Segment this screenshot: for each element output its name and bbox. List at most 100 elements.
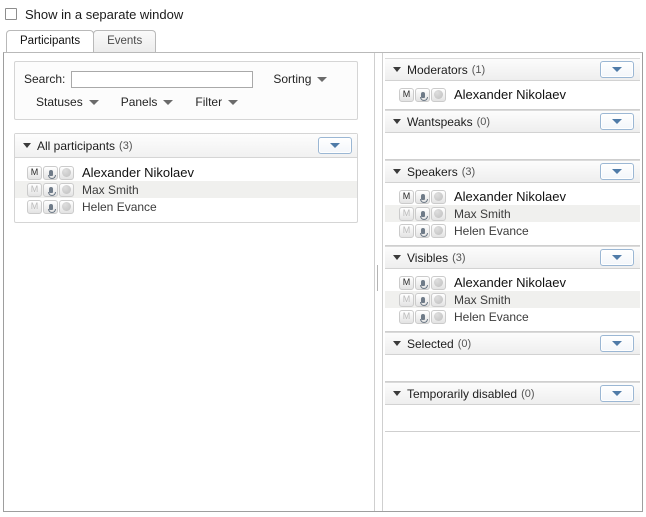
triangle-down-icon[interactable] bbox=[393, 169, 401, 174]
show-separate-window-checkbox[interactable] bbox=[5, 8, 17, 20]
triangle-down-icon[interactable] bbox=[393, 67, 401, 72]
moderator-icon[interactable]: M bbox=[27, 199, 42, 214]
filter-menu[interactable]: Filter bbox=[195, 95, 239, 109]
tab-strip: Participants Events bbox=[0, 28, 646, 52]
triangle-down-icon[interactable] bbox=[393, 255, 401, 260]
microphone-icon[interactable] bbox=[415, 309, 430, 324]
participant-name: Helen Evance bbox=[82, 199, 157, 214]
section-title: Speakers bbox=[407, 164, 458, 179]
section-dropdown-button[interactable] bbox=[600, 61, 634, 78]
microphone-icon[interactable] bbox=[415, 206, 430, 221]
chevron-down-icon bbox=[612, 255, 622, 260]
camera-icon[interactable] bbox=[59, 165, 74, 180]
triangle-down-icon[interactable] bbox=[393, 341, 401, 346]
statuses-menu[interactable]: Statuses bbox=[36, 95, 99, 109]
section-dropdown-button[interactable] bbox=[600, 163, 634, 180]
participant-status-icons: M bbox=[399, 206, 447, 221]
moderator-icon[interactable]: M bbox=[399, 87, 414, 102]
all-participants-dropdown-button[interactable] bbox=[318, 137, 352, 154]
microphone-icon[interactable] bbox=[415, 292, 430, 307]
participants-toolbar: Search: Sorting Statuses Panels Filter bbox=[14, 61, 358, 120]
sorting-menu[interactable]: Sorting bbox=[273, 72, 328, 86]
microphone-icon[interactable] bbox=[415, 223, 430, 238]
moderator-icon[interactable]: M bbox=[27, 182, 42, 197]
tab-participants[interactable]: Participants bbox=[6, 30, 95, 52]
section-dropdown-button[interactable] bbox=[600, 113, 634, 130]
panels-menu[interactable]: Panels bbox=[121, 95, 174, 109]
camera-icon[interactable] bbox=[431, 275, 446, 290]
section-header[interactable]: Wantspeaks (0) bbox=[385, 110, 640, 133]
camera-icon[interactable] bbox=[59, 199, 74, 214]
camera-icon[interactable] bbox=[59, 182, 74, 197]
section-speakers: Speakers (3) M Alexander Nikolaev M Max Smith… bbox=[385, 160, 640, 246]
participant-name: Max Smith bbox=[82, 182, 139, 197]
participant-row[interactable]: M Helen Evance bbox=[385, 308, 640, 325]
participant-row[interactable]: M Alexander Nikolaev bbox=[385, 274, 640, 291]
microphone-icon[interactable] bbox=[415, 189, 430, 204]
pane-splitter[interactable] bbox=[374, 53, 383, 511]
moderator-icon[interactable]: M bbox=[399, 206, 414, 221]
section-dropdown-button[interactable] bbox=[600, 385, 634, 402]
triangle-down-icon[interactable] bbox=[393, 391, 401, 396]
moderator-icon[interactable]: M bbox=[399, 309, 414, 324]
section-list: M Alexander Nikolaev M Max Smith M Helen Evan… bbox=[385, 269, 640, 331]
microphone-icon[interactable] bbox=[415, 275, 430, 290]
triangle-down-icon[interactable] bbox=[393, 119, 401, 124]
participant-row[interactable]: M Helen Evance bbox=[15, 198, 357, 215]
participant-row[interactable]: M Alexander Nikolaev bbox=[15, 164, 357, 181]
participant-status-icons: M bbox=[27, 199, 75, 214]
all-participants-header[interactable]: All participants (3) bbox=[15, 134, 357, 158]
triangle-down-icon[interactable] bbox=[23, 143, 31, 148]
camera-icon[interactable] bbox=[431, 87, 446, 102]
section-title: Selected bbox=[407, 336, 454, 351]
microphone-icon[interactable] bbox=[415, 87, 430, 102]
section-header[interactable]: Selected (0) bbox=[385, 332, 640, 355]
section-count: (0) bbox=[457, 337, 472, 350]
microphone-icon[interactable] bbox=[43, 165, 58, 180]
chevron-down-icon bbox=[317, 76, 328, 82]
section-dropdown-button[interactable] bbox=[600, 335, 634, 352]
participant-status-icons: M bbox=[399, 189, 447, 204]
section-header[interactable]: Moderators (1) bbox=[385, 58, 640, 81]
all-participants-count: (3) bbox=[119, 139, 133, 152]
moderator-icon[interactable]: M bbox=[399, 292, 414, 307]
moderator-icon[interactable]: M bbox=[399, 189, 414, 204]
participant-status-icons: M bbox=[399, 223, 447, 238]
section-dropdown-button[interactable] bbox=[600, 249, 634, 266]
participant-status-icons: M bbox=[27, 165, 75, 180]
microphone-icon[interactable] bbox=[43, 182, 58, 197]
section-selected: Selected (0) bbox=[385, 332, 640, 382]
participant-row[interactable]: M Max Smith bbox=[385, 291, 640, 308]
participant-row[interactable]: M Max Smith bbox=[15, 181, 357, 198]
section-header[interactable]: Temporarily disabled (0) bbox=[385, 382, 640, 405]
section-header[interactable]: Speakers (3) bbox=[385, 160, 640, 183]
participant-row[interactable]: M Max Smith bbox=[385, 205, 640, 222]
microphone-icon[interactable] bbox=[43, 199, 58, 214]
search-label: Search: bbox=[24, 72, 66, 86]
chevron-down-icon bbox=[612, 119, 622, 124]
participant-status-icons: M bbox=[399, 309, 447, 324]
chevron-down-icon bbox=[612, 391, 622, 396]
moderator-icon[interactable]: M bbox=[399, 275, 414, 290]
section-list bbox=[385, 355, 640, 381]
participant-name: Alexander Nikolaev bbox=[454, 87, 567, 102]
section-header[interactable]: Visibles (3) bbox=[385, 246, 640, 269]
participant-row[interactable]: M Alexander Nikolaev bbox=[385, 188, 640, 205]
camera-icon[interactable] bbox=[431, 189, 446, 204]
camera-icon[interactable] bbox=[431, 206, 446, 221]
moderator-icon[interactable]: M bbox=[399, 223, 414, 238]
participant-name: Helen Evance bbox=[454, 309, 529, 324]
section-list bbox=[385, 133, 640, 159]
tab-events[interactable]: Events bbox=[93, 30, 157, 52]
participant-row[interactable]: M Helen Evance bbox=[385, 222, 640, 239]
section-count: (1) bbox=[471, 63, 486, 76]
moderator-icon[interactable]: M bbox=[27, 165, 42, 180]
camera-icon[interactable] bbox=[431, 223, 446, 238]
chevron-down-icon bbox=[612, 169, 622, 174]
camera-icon[interactable] bbox=[431, 292, 446, 307]
participant-row[interactable]: M Alexander Nikolaev bbox=[385, 86, 640, 103]
section-visibles: Visibles (3) M Alexander Nikolaev M Max Smith… bbox=[385, 246, 640, 332]
participant-status-icons: M bbox=[399, 292, 447, 307]
search-input[interactable] bbox=[71, 70, 254, 88]
camera-icon[interactable] bbox=[431, 309, 446, 324]
